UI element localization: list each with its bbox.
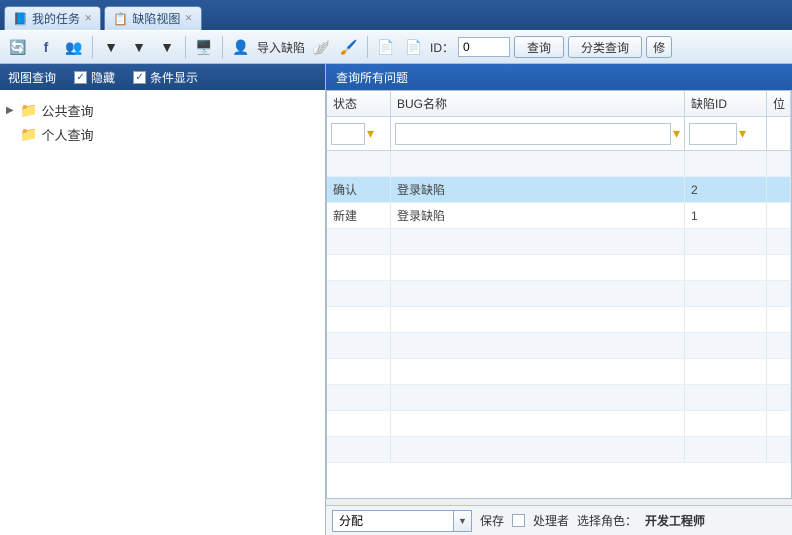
cell-status: 确认 xyxy=(327,177,391,202)
handler-label: 处理者 xyxy=(533,512,569,529)
table-row xyxy=(327,385,791,411)
action-combo-input[interactable] xyxy=(333,511,453,531)
monitor-icon[interactable]: 🖥️ xyxy=(192,35,216,59)
tree: ▶ 📁 公共查询 📁 个人查询 xyxy=(0,90,325,154)
bug-icon: 📋 xyxy=(113,12,128,26)
filter-name-input[interactable] xyxy=(395,123,671,145)
grid-header: 状态 BUG名称 缺陷ID 位 xyxy=(327,91,791,117)
group-icon[interactable]: 👥 xyxy=(62,35,86,59)
table-row xyxy=(327,411,791,437)
table-row[interactable]: 新建 登录缺陷 1 xyxy=(327,203,791,229)
data-grid: 状态 BUG名称 缺陷ID 位 ▾ ▾ ▾ xyxy=(326,90,792,499)
table-row xyxy=(327,333,791,359)
tab-my-tasks[interactable]: 📘 我的任务 ⨯ xyxy=(4,6,101,30)
id-label: ID： xyxy=(430,39,454,56)
edit-button[interactable]: 修 xyxy=(646,36,672,58)
save-button[interactable]: 保存 xyxy=(480,512,504,529)
doc-new-icon[interactable]: 📄 xyxy=(374,35,398,59)
folder-icon: 📁 xyxy=(20,102,37,119)
refresh-icon[interactable]: 🔄 xyxy=(6,35,30,59)
task-icon: 📘 xyxy=(13,12,28,26)
table-row xyxy=(327,359,791,385)
cond-label: 条件显示 xyxy=(150,69,198,86)
panel-header: 查询所有问题 xyxy=(326,64,792,90)
panel-title: 查询所有问题 xyxy=(336,69,408,86)
tree-item-label: 个人查询 xyxy=(41,125,93,144)
role-label: 选择角色： xyxy=(577,512,637,529)
hide-label: 隐藏 xyxy=(91,69,115,86)
tree-item-public-query[interactable]: ▶ 📁 公共查询 xyxy=(6,98,319,122)
separator xyxy=(92,36,93,58)
hide-checkbox[interactable] xyxy=(74,71,87,84)
table-row xyxy=(327,255,791,281)
tab-defect-view[interactable]: 📋 缺陷视图 ⨯ xyxy=(104,6,201,30)
col-status[interactable]: 状态 xyxy=(327,91,391,116)
grid-body[interactable]: 确认 登录缺陷 2 新建 登录缺陷 1 xyxy=(327,151,791,498)
table-row[interactable]: 确认 登录缺陷 2 xyxy=(327,177,791,203)
tab-label: 缺陷视图 xyxy=(132,10,180,27)
filter-status-input[interactable] xyxy=(331,123,365,145)
table-row xyxy=(327,307,791,333)
close-icon[interactable]: ⨯ xyxy=(184,13,192,24)
user-add-icon[interactable]: 👤 xyxy=(229,35,253,59)
table-row xyxy=(327,151,791,177)
separator xyxy=(367,36,368,58)
close-icon[interactable]: ⨯ xyxy=(84,13,92,24)
chevron-down-icon[interactable]: ▼ xyxy=(453,511,471,531)
sidebar: 视图查询 隐藏 条件显示 ▶ 📁 公共查询 📁 个人查询 xyxy=(0,64,326,535)
facebook-icon[interactable]: f xyxy=(34,35,58,59)
expand-icon[interactable]: ▶ xyxy=(6,105,16,116)
filter-id-input[interactable] xyxy=(689,123,737,145)
sidebar-header: 视图查询 隐藏 条件显示 xyxy=(0,64,325,90)
tree-item-personal-query[interactable]: 📁 个人查询 xyxy=(6,122,319,146)
cond-checkbox[interactable] xyxy=(133,71,146,84)
funnel-icon[interactable]: ▾ xyxy=(739,125,746,142)
import-label[interactable]: 导入缺陷 xyxy=(257,39,305,56)
filter-remove-icon[interactable]: ▼ xyxy=(127,35,151,59)
handler-checkbox[interactable] xyxy=(512,514,525,527)
tabs-bar: 📘 我的任务 ⨯ 📋 缺陷视图 ⨯ xyxy=(0,0,792,30)
table-row xyxy=(327,229,791,255)
funnel-icon[interactable]: ▾ xyxy=(367,125,374,142)
role-value[interactable]: 开发工程师 xyxy=(645,512,705,529)
filter-clear-icon[interactable]: ▼ xyxy=(155,35,179,59)
folder-icon: 📁 xyxy=(20,126,37,143)
cell-id: 2 xyxy=(685,177,767,202)
cell-status: 新建 xyxy=(327,203,391,228)
filter-add-icon[interactable]: ▼ xyxy=(99,35,123,59)
toolbar: 🔄 f 👥 ▼ ▼ ▼ 🖥️ 👤 导入缺陷 🪽 🖌️ 📄 📄 ID： 查询 分类… xyxy=(0,30,792,64)
separator xyxy=(222,36,223,58)
col-bug-name[interactable]: BUG名称 xyxy=(391,91,685,116)
table-row xyxy=(327,437,791,463)
id-input[interactable] xyxy=(458,37,510,57)
col-extra[interactable]: 位 xyxy=(767,91,791,116)
table-row xyxy=(327,281,791,307)
tree-item-label: 公共查询 xyxy=(41,101,93,120)
query-button[interactable]: 查询 xyxy=(514,36,564,58)
separator xyxy=(185,36,186,58)
grid-filter-row: ▾ ▾ ▾ xyxy=(327,117,791,151)
tab-label: 我的任务 xyxy=(32,10,80,27)
doc-delete-icon[interactable]: 📄 xyxy=(402,35,426,59)
brush-icon[interactable]: 🖌️ xyxy=(337,35,361,59)
col-defect-id[interactable]: 缺陷ID xyxy=(685,91,767,116)
cell-name: 登录缺陷 xyxy=(391,177,685,202)
cell-id: 1 xyxy=(685,203,767,228)
funnel-icon[interactable]: ▾ xyxy=(673,125,680,142)
bottom-bar: ▼ 保存 处理者 选择角色： 开发工程师 xyxy=(326,505,792,535)
main-split: 视图查询 隐藏 条件显示 ▶ 📁 公共查询 📁 个人查询 查询所 xyxy=(0,64,792,535)
sidebar-title: 视图查询 xyxy=(8,69,56,86)
cell-name: 登录缺陷 xyxy=(391,203,685,228)
action-combo[interactable]: ▼ xyxy=(332,510,472,532)
category-query-button[interactable]: 分类查询 xyxy=(568,36,642,58)
right-panel: 查询所有问题 状态 BUG名称 缺陷ID 位 ▾ ▾ xyxy=(326,64,792,535)
wing-icon[interactable]: 🪽 xyxy=(309,35,333,59)
